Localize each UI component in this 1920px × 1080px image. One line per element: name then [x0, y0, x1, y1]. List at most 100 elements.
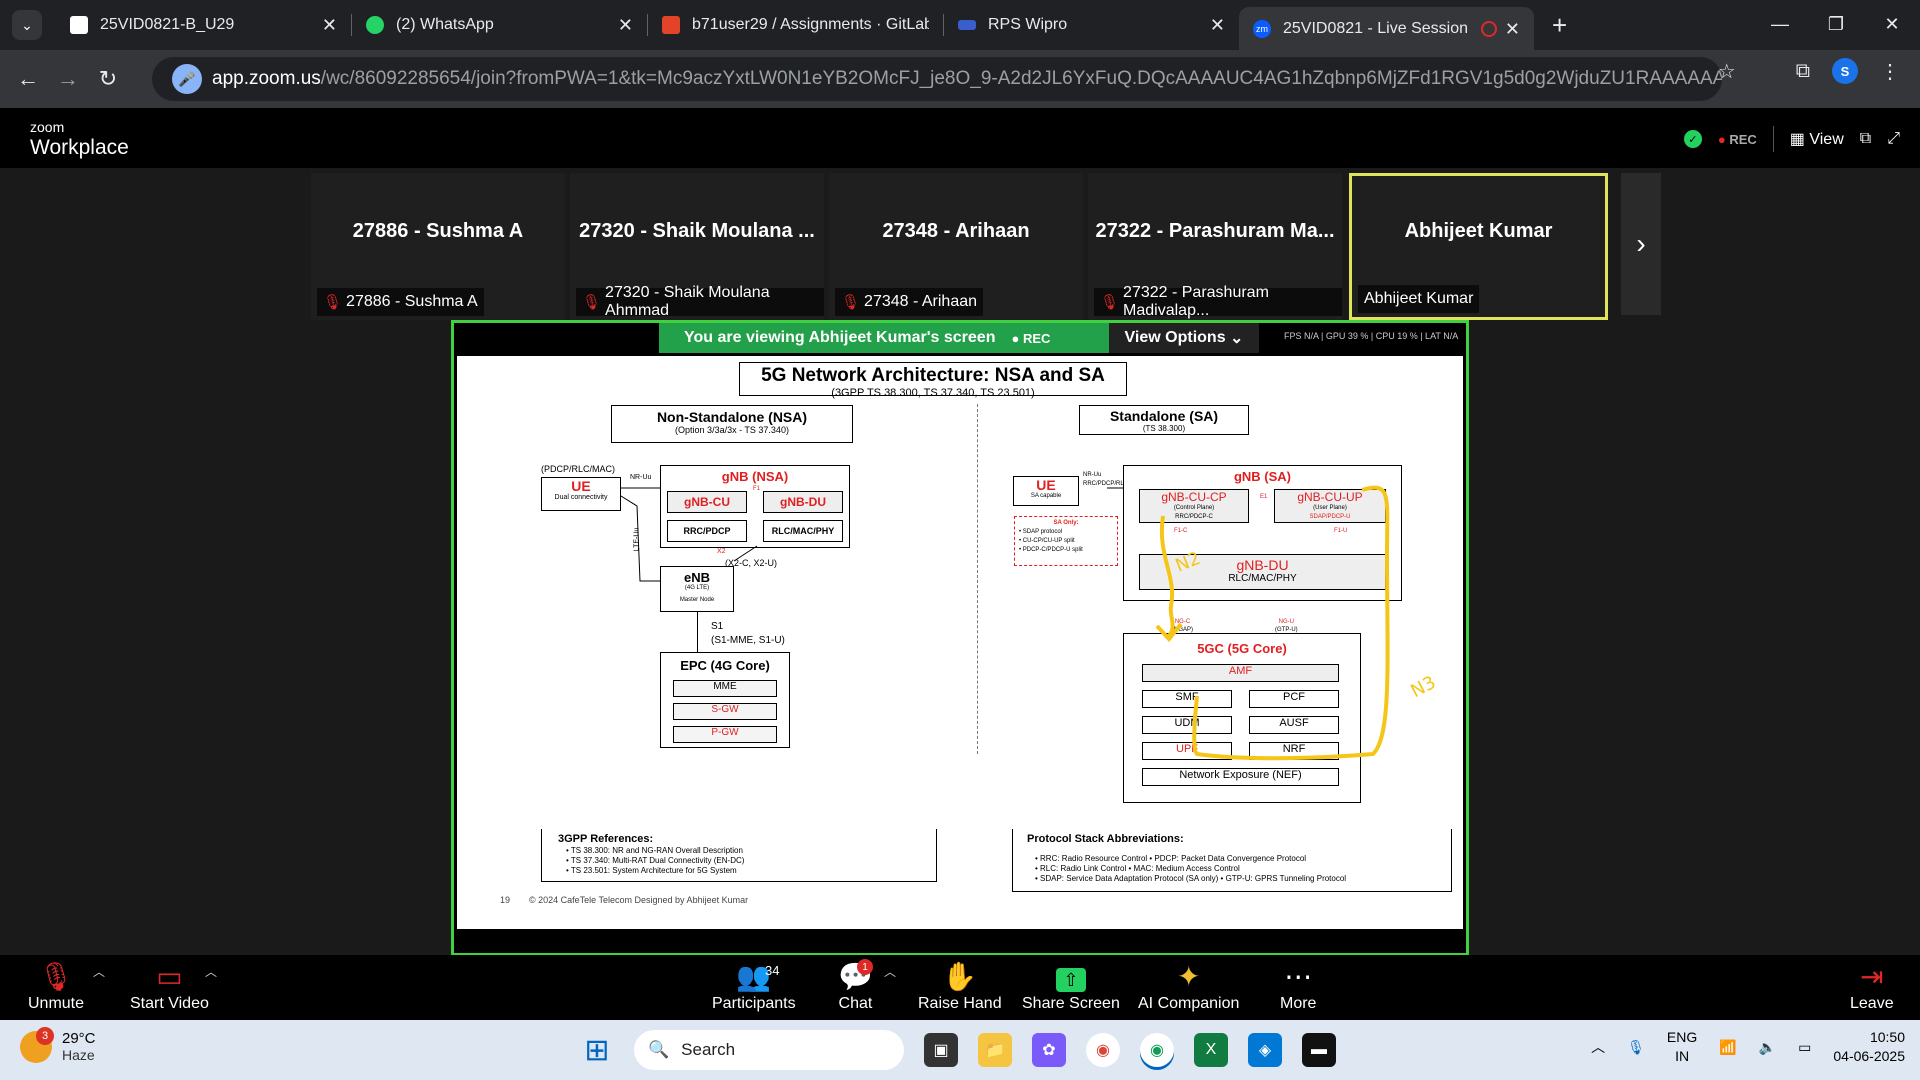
view-options-label: View Options: [1124, 329, 1226, 346]
handwritten-n2: N2: [1173, 548, 1204, 577]
chat-options-caret-icon[interactable]: ︿: [884, 963, 896, 980]
next-page-chevron-icon[interactable]: ›: [1621, 173, 1661, 315]
zoom-header: zoom Workplace ✓ ● REC ▦ View ⧉ ⤢: [0, 108, 1920, 168]
participant-footer: 27322 - Parashuram Madivalap...: [1123, 284, 1269, 319]
ai-companion-button[interactable]: ✦ AI Companion: [1138, 959, 1239, 1013]
performance-stats: FPS N/A | GPU 39 % | CPU 19 % | LAT N/A: [1284, 331, 1459, 341]
close-tab-icon[interactable]: ✕: [618, 15, 633, 36]
mic-muted-icon: 🎙: [1100, 294, 1120, 311]
new-tab-icon[interactable]: +: [1552, 10, 1567, 41]
participant-tile[interactable]: 27322 - Parashuram Ma... 🎙 27322 - Parash…: [1088, 173, 1342, 320]
browser-toolbar: ← → ↻ 🎤 app.zoom.us/wc/86092285654/join?…: [0, 50, 1920, 108]
close-tab-icon[interactable]: ✕: [1210, 15, 1225, 36]
participant-name: 27348 - Arihaan: [882, 220, 1030, 242]
forward-icon[interactable]: →: [48, 66, 88, 92]
audio-options-caret-icon[interactable]: ︿: [93, 963, 105, 980]
start-video-button[interactable]: ▭ Start Video: [130, 959, 209, 1013]
recording-indicator: ● REC: [1717, 131, 1757, 147]
participants-button[interactable]: 👥 Participants: [712, 959, 796, 1013]
rec-badge-text: REC: [1022, 330, 1051, 346]
raise-hand-label: Raise Hand: [918, 995, 1002, 1012]
unmute-button[interactable]: 🎙 Unmute: [28, 959, 84, 1013]
close-tab-icon[interactable]: ✕: [1505, 19, 1520, 40]
extensions-icon[interactable]: ⧉: [1796, 60, 1810, 83]
menu-icon[interactable]: ⋮: [1880, 59, 1900, 84]
unmute-label: Unmute: [28, 995, 85, 1012]
profile-avatar[interactable]: S: [1832, 58, 1858, 84]
shield-icon[interactable]: ✓: [1683, 130, 1702, 148]
participant-tile[interactable]: 27320 - Shaik Moulana ... 🎙 27320 - Shaik…: [570, 173, 824, 320]
excel-icon[interactable]: X: [1194, 1033, 1228, 1067]
participant-footer: Abhijeet Kumar: [1364, 290, 1474, 307]
taskbar-clock[interactable]: 10:50 04-06-2025: [1833, 1028, 1905, 1066]
copilot-icon[interactable]: ✿: [1032, 1033, 1066, 1067]
view-button[interactable]: ▦ View: [1790, 129, 1844, 149]
logo-top-text: zoom: [30, 119, 65, 135]
fullscreen-icon[interactable]: ⤢: [1887, 130, 1900, 148]
view-options-button[interactable]: View Options ⌄: [1109, 323, 1259, 353]
participant-tile-active-speaker[interactable]: Abhijeet Kumar Abhijeet Kumar: [1349, 173, 1608, 320]
battery-icon[interactable]: ▭: [1798, 1039, 1811, 1056]
pen-annotations: N2 N3: [1155, 485, 1439, 761]
grid-icon: ▦: [1789, 131, 1805, 148]
task-view-icon[interactable]: ▣: [924, 1033, 958, 1067]
url-host: app.zoom.us: [212, 68, 321, 89]
more-button[interactable]: ⋯ More: [1280, 959, 1316, 1013]
language-indicator[interactable]: ENG IN: [1667, 1028, 1697, 1066]
browser-tab[interactable]: (2) WhatsApp ✕: [352, 6, 647, 44]
participant-tile[interactable]: 27348 - Arihaan 🎙 27348 - Arihaan: [829, 173, 1083, 320]
bookmark-star-icon[interactable]: ☆: [1718, 59, 1736, 84]
sparkle-icon: ✦: [1176, 961, 1201, 992]
rec-label: REC: [1729, 131, 1757, 147]
microphone-tray-icon[interactable]: 🎙: [1627, 1039, 1645, 1056]
windows-start-icon[interactable]: ⊞: [580, 1033, 614, 1067]
close-tab-icon[interactable]: ✕: [322, 15, 337, 36]
start-video-label: Start Video: [130, 995, 209, 1012]
browser-tab[interactable]: b71user29 / Assignments · GitLab: [648, 6, 943, 44]
file-explorer-icon[interactable]: 📁: [978, 1033, 1012, 1067]
participant-tile[interactable]: 27886 - Sushma A 🎙 27886 - Sushma A: [311, 173, 565, 320]
microphone-icon[interactable]: 🎤: [172, 64, 202, 94]
participant-name: Abhijeet Kumar: [1404, 220, 1553, 242]
chrome-profile-icon[interactable]: ◉: [1140, 1033, 1174, 1067]
wifi-icon[interactable]: 📶: [1719, 1039, 1736, 1056]
browser-tab[interactable]: RPS Wipro ✕: [944, 6, 1239, 44]
volume-icon[interactable]: 🔈: [1759, 1039, 1776, 1056]
browser-tab-strip: ⌄ 25VID0821-B_U29 ✕ (2) WhatsApp ✕ b71us…: [0, 0, 1920, 51]
mic-muted-icon: 🎙: [38, 961, 74, 992]
mic-muted-icon: 🎙: [841, 294, 861, 311]
terminal-icon[interactable]: ▬: [1302, 1033, 1336, 1067]
participant-name: 27886 - Sushma A: [352, 220, 524, 242]
chevron-down-icon: ⌄: [1230, 330, 1244, 347]
clock-time: 10:50: [1869, 1029, 1905, 1045]
video-options-caret-icon[interactable]: ︿: [205, 963, 217, 980]
raise-hand-button[interactable]: ✋ Raise Hand: [918, 959, 1002, 1013]
restore-icon[interactable]: ❐: [1808, 14, 1864, 35]
back-icon[interactable]: ←: [8, 66, 48, 92]
store-icon[interactable]: ◈: [1248, 1033, 1282, 1067]
minimize-icon[interactable]: —: [1752, 14, 1808, 35]
weather-condition: Haze: [62, 1047, 95, 1063]
close-window-icon[interactable]: ✕: [1864, 14, 1920, 35]
taskbar-search[interactable]: 🔍 Search: [634, 1030, 904, 1070]
page-icon: [70, 16, 88, 34]
participant-name: 27320 - Shaik Moulana ...: [579, 220, 815, 242]
reload-icon[interactable]: ↻: [88, 66, 128, 92]
chrome-icon[interactable]: ◉: [1086, 1033, 1120, 1067]
pip-icon[interactable]: ⧉: [1860, 130, 1871, 148]
chat-unread-badge: 1: [857, 959, 873, 975]
tab-label: 25VID0821 - Live Session: [1283, 20, 1468, 37]
leave-label: Leave: [1850, 995, 1894, 1012]
tab-search-button[interactable]: ⌄: [12, 10, 42, 40]
leave-button[interactable]: ⇥ Leave: [1850, 959, 1894, 1013]
participant-name: 27322 - Parashuram Ma...: [1095, 220, 1335, 242]
zoom-icon: zm: [1253, 20, 1271, 38]
tab-label: RPS Wipro: [988, 16, 1068, 33]
weather-widget[interactable]: 3 29°C Haze: [20, 1026, 96, 1063]
share-screen-button[interactable]: ⇧ Share Screen: [1022, 959, 1120, 1013]
browser-tab[interactable]: 25VID0821-B_U29 ✕: [56, 6, 351, 44]
pen-stroke: [1192, 485, 1390, 761]
show-hidden-icons-chevron[interactable]: ︿: [1591, 1037, 1605, 1057]
address-bar[interactable]: 🎤 app.zoom.us/wc/86092285654/join?fromPW…: [152, 57, 1722, 101]
browser-tab-active[interactable]: zm 25VID0821 - Live Session ✕: [1239, 7, 1534, 51]
